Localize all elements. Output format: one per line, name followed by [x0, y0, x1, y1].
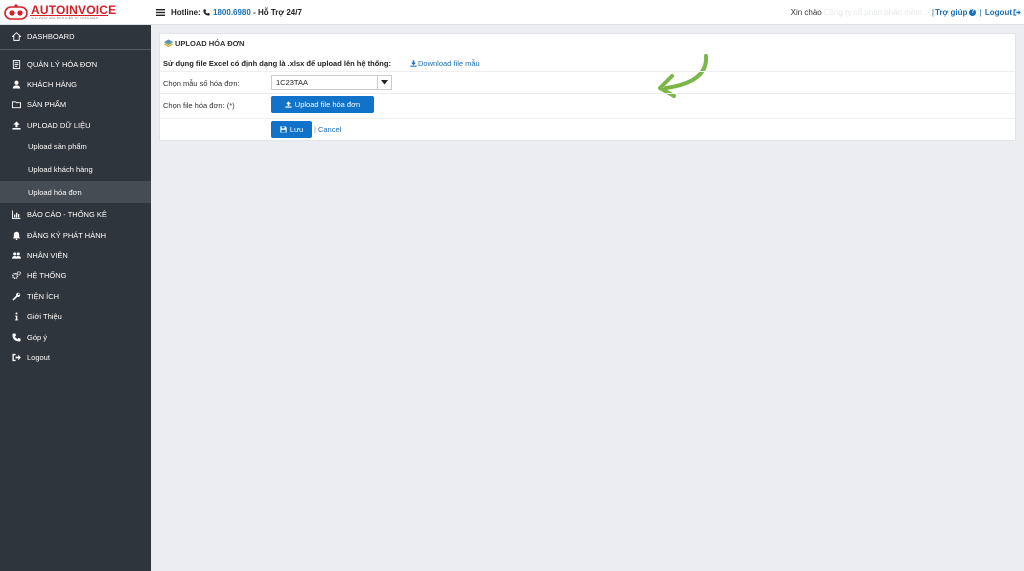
support-text: - Hỗ Trợ 24/7: [253, 8, 302, 17]
help-link[interactable]: Trợ giúp?: [935, 8, 977, 17]
sidebar-item-invoices[interactable]: QUẢN LÝ HÓA ĐƠN: [0, 54, 151, 74]
sidebar-item-label: UPLOAD DỮ LIỆU: [27, 120, 91, 130]
sidebar-item-label: SẢN PHẨM: [27, 99, 67, 109]
hotline-info: Hotline: 1800.6980 - Hỗ Trợ 24/7: [156, 8, 302, 17]
instruction-text: Sử dụng file Excel có định dạng là .xlsx…: [163, 59, 391, 68]
sidebar-item-label: KHÁCH HÀNG: [27, 79, 78, 89]
separator: |: [931, 8, 934, 17]
user-name: Công ty cổ phần phần mềm ...: [823, 8, 931, 17]
logo-tagline: GIẢI PHÁP HÓA ĐƠN ĐIỆN TỬ TOÀN DIỆN: [31, 16, 99, 20]
sidebar-item-label: ĐĂNG KÝ PHÁT HÀNH: [27, 230, 107, 240]
greeting-text: Xin chào: [790, 8, 822, 17]
invoice-icon: [12, 59, 21, 69]
sidebar-item-logout[interactable]: Logout: [0, 347, 151, 367]
download-template-link[interactable]: Download file mẫu: [410, 59, 480, 68]
users-icon: [12, 251, 21, 260]
sidebar-item-label: BÁO CÁO - THỐNG KÊ: [27, 209, 107, 219]
sidebar-item-employees[interactable]: NHÂN VIÊN: [0, 245, 151, 265]
panel-title: UPLOAD HÓA ĐƠN: [164, 39, 244, 48]
sidebar-item-label: QUẢN LÝ HÓA ĐƠN: [27, 59, 98, 69]
sidebar-subitem-label: Upload hóa đơn: [28, 187, 82, 197]
sidebar-item-feedback[interactable]: Góp ý: [0, 327, 151, 347]
logout-link[interactable]: Logout: [985, 8, 1021, 17]
sidebar: DASHBOARD QUẢN LÝ HÓA ĐƠN KHÁCH HÀNG SẢN…: [0, 25, 151, 571]
row-divider: [160, 118, 1015, 119]
sidebar-item-label: NHÂN VIÊN: [27, 250, 68, 260]
sidebar-item-dashboard[interactable]: DASHBOARD: [0, 26, 151, 46]
invoice-template-select[interactable]: 1C23TAA: [271, 75, 392, 90]
save-icon: [280, 126, 287, 133]
sidebar-item-label: Giới Thiệu: [27, 311, 62, 321]
sidebar-item-about[interactable]: Giới Thiệu: [0, 306, 151, 326]
folder-icon: [12, 100, 21, 109]
sidebar-subitem-upload-products[interactable]: Upload sản phẩm: [0, 135, 151, 157]
top-header: AUTOINVOICE GIẢI PHÁP HÓA ĐƠN ĐIỆN TỬ TO…: [0, 0, 1024, 25]
user-icon: [12, 80, 21, 89]
phone-icon: [12, 332, 21, 342]
upload-file-button[interactable]: Upload file hóa đơn: [271, 96, 374, 113]
row-divider: [160, 93, 1015, 94]
info-icon: [12, 311, 21, 321]
menu-icon[interactable]: [156, 9, 165, 16]
sidebar-item-products[interactable]: SẢN PHẨM: [0, 94, 151, 114]
gears-icon: [12, 270, 21, 280]
sidebar-subitem-label: Upload khách hàng: [28, 164, 93, 174]
file-label: Chọn file hóa đơn: (*): [163, 101, 235, 110]
template-value: 1C23TAA: [276, 78, 308, 87]
user-area: Xin chào Công ty cổ phần phần mềm ... | …: [791, 8, 1021, 17]
hotline-number[interactable]: 1800.6980: [213, 8, 251, 17]
cancel-link[interactable]: | Cancel: [314, 125, 341, 134]
sidebar-item-label: HỆ THỐNG: [27, 270, 67, 280]
robot-logo-icon: [4, 4, 28, 20]
hotline-label: Hotline:: [171, 8, 201, 17]
sidebar-item-system[interactable]: HỆ THỐNG: [0, 265, 151, 285]
phone-icon: [203, 9, 210, 16]
sidebar-item-label: Góp ý: [27, 332, 48, 342]
download-icon: [410, 60, 417, 67]
sidebar-item-label: DASHBOARD: [27, 31, 75, 41]
green-pointer-arrow-icon: [658, 54, 709, 98]
upload-invoice-panel: UPLOAD HÓA ĐƠN Sử dụng file Excel có địn…: [159, 33, 1016, 141]
question-icon: ?: [969, 9, 977, 16]
upload-icon: [285, 101, 292, 108]
sidebar-item-label: TIỆN ÍCH: [27, 291, 60, 301]
sidebar-item-utilities[interactable]: TIỆN ÍCH: [0, 286, 151, 306]
home-icon: [12, 31, 21, 41]
save-button[interactable]: Lưu: [271, 121, 312, 138]
sidebar-item-reports[interactable]: BÁO CÁO - THỐNG KÊ: [0, 204, 151, 224]
upload-icon: [12, 120, 21, 130]
sidebar-subitem-upload-invoices[interactable]: Upload hóa đơn: [0, 181, 151, 203]
wrench-icon: [12, 292, 21, 301]
row-divider: [160, 71, 1015, 72]
signout-icon: [1013, 9, 1021, 16]
sidebar-subitem-label: Upload sản phẩm: [28, 141, 87, 151]
bell-icon: [12, 231, 21, 240]
template-label: Chọn mẫu số hóa đơn:: [163, 79, 240, 88]
database-icon: [164, 39, 173, 48]
sidebar-item-label: Logout: [27, 352, 50, 362]
sidebar-item-upload[interactable]: UPLOAD DỮ LIỆU: [0, 115, 151, 135]
divider: [0, 49, 151, 50]
sidebar-item-customers[interactable]: KHÁCH HÀNG: [0, 74, 151, 94]
chevron-down-icon[interactable]: [377, 76, 391, 89]
chart-icon: [12, 209, 21, 219]
sidebar-subitem-upload-customers[interactable]: Upload khách hàng: [0, 158, 151, 180]
sidebar-item-register-release[interactable]: ĐĂNG KÝ PHÁT HÀNH: [0, 225, 151, 245]
separator: |: [977, 8, 984, 17]
autoinvoice-logo[interactable]: AUTOINVOICE GIẢI PHÁP HÓA ĐƠN ĐIỆN TỬ TO…: [4, 2, 150, 23]
signout-icon: [12, 353, 21, 362]
